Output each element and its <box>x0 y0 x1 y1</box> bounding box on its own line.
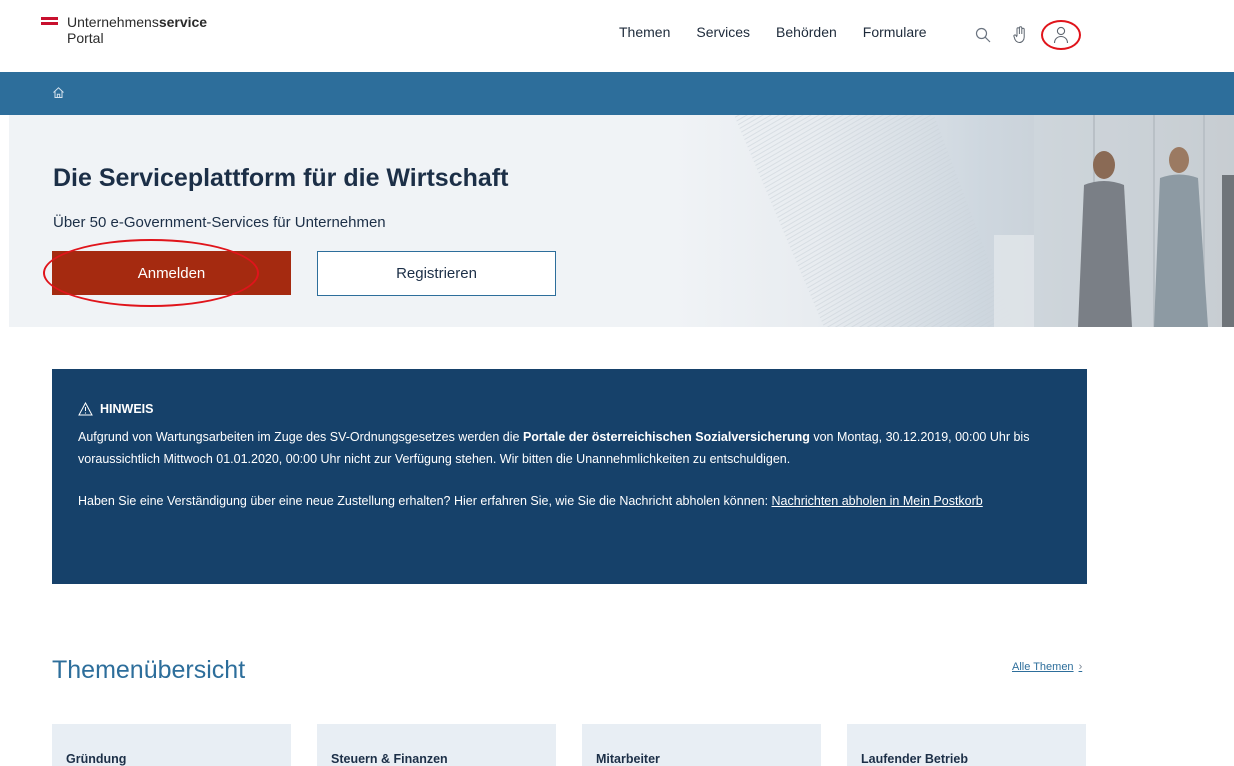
hero-image <box>674 115 1234 327</box>
warning-icon <box>78 402 93 416</box>
theme-card-mitarbeiter[interactable]: Mitarbeiter <box>582 724 821 766</box>
user-icon <box>1053 26 1069 44</box>
nav-item-formulare[interactable]: Formulare <box>863 24 927 40</box>
site-logo[interactable]: Unternehmensservice Portal <box>41 14 207 46</box>
site-header: Unternehmensservice Portal Themen Servic… <box>0 0 1234 72</box>
notice-heading: HINWEIS <box>78 398 1061 420</box>
user-login[interactable] <box>1041 20 1081 50</box>
notice-box: HINWEIS Aufgrund von Wartungsarbeiten im… <box>52 369 1087 584</box>
main-nav: Themen Services Behörden Formulare <box>619 24 953 40</box>
notice-paragraph-1: Aufgrund von Wartungsarbeiten im Zuge de… <box>78 426 1061 470</box>
theme-card-betrieb[interactable]: Laufender Betrieb <box>847 724 1086 766</box>
nav-item-services[interactable]: Services <box>696 24 750 40</box>
theme-card-steuern[interactable]: Steuern & Finanzen <box>317 724 556 766</box>
search-icon[interactable] <box>973 24 993 46</box>
breadcrumb <box>0 72 1234 115</box>
all-themes-link-text[interactable]: Alle Themen <box>1012 661 1074 673</box>
hero-section: Die Serviceplattform für die Wirtschaft … <box>9 115 1234 327</box>
austria-flag-icon <box>41 17 58 27</box>
home-icon[interactable] <box>52 86 65 99</box>
themen-title: Themenübersicht <box>52 656 246 684</box>
notice-p2-text: Haben Sie eine Verständigung über eine n… <box>78 494 772 508</box>
annotation-circle <box>43 239 259 307</box>
logo-text: Unternehmensservice Portal <box>67 14 207 46</box>
register-button[interactable]: Registrieren <box>317 251 556 296</box>
postkorb-link[interactable]: Nachrichten abholen in Mein Postkorb <box>772 494 983 508</box>
themen-cards: Gründung Steuern & Finanzen Mitarbeiter … <box>52 724 1112 766</box>
header-icons <box>973 20 1081 50</box>
hero-title: Die Serviceplattform für die Wirtschaft <box>53 164 509 192</box>
nav-item-themen[interactable]: Themen <box>619 24 670 40</box>
all-themes-link[interactable]: Alle Themen › <box>1012 661 1082 673</box>
logo-line1-bold: service <box>158 14 208 30</box>
hand-icon[interactable] <box>1010 24 1030 46</box>
notice-heading-text: HINWEIS <box>100 402 154 416</box>
hero-subtitle: Über 50 e-Government-Services für Untern… <box>53 214 386 231</box>
theme-card-gruendung[interactable]: Gründung <box>52 724 291 766</box>
logo-line2: Portal <box>67 30 104 46</box>
nav-item-behoerden[interactable]: Behörden <box>776 24 837 40</box>
notice-paragraph-2: Haben Sie eine Verständigung über eine n… <box>78 490 1061 512</box>
logo-line1-plain: Unternehmens <box>67 14 159 30</box>
chevron-right-icon: › <box>1078 661 1083 673</box>
notice-p1-text: Aufgrund von Wartungsarbeiten im Zuge de… <box>78 430 523 444</box>
notice-p1-bold: Portale der österreichischen Sozialversi… <box>522 430 810 444</box>
